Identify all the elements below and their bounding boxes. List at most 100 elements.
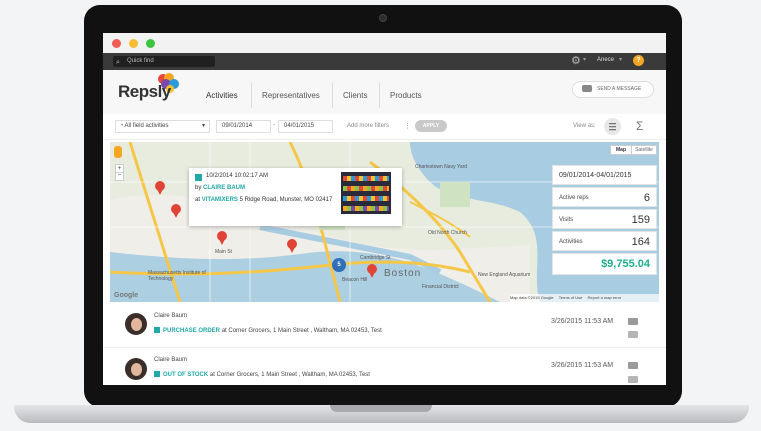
quick-find-input[interactable]: ⌕ Quick find [113,56,215,67]
out-of-stock-icon [154,371,160,377]
popup-rep-link[interactable]: CLAIRE BAUM [203,185,245,191]
zoom-out-button[interactable]: − [115,172,124,181]
list-view-icon [609,123,616,131]
map-label: Beacon Hill [342,277,368,283]
date-separator: - [273,122,275,128]
map-attribution: Map data ©2015 Google Terms of Use Repor… [510,294,659,302]
feed-rep-name[interactable]: Claire Baum [154,313,187,319]
quick-find-placeholder: Quick find [127,58,154,64]
map-cluster-marker[interactable]: 5 [332,258,346,272]
popup-datetime: 10/2/2014 10:02:17 AM [206,173,269,179]
view-as-label: View as: [573,123,596,129]
activity-map[interactable]: Charlestown Navy Yard Massachusetts Inst… [110,142,659,302]
map-label: Main St [215,249,232,255]
stat-label: Activities [559,239,583,245]
street-view-pegman-icon[interactable] [114,146,122,158]
feed-description: OUT OF STOCK at Corner Grocers, 1 Main S… [154,371,370,378]
date-to-input[interactable]: 04/01/2015 [278,120,333,133]
window-titlebar [103,33,666,53]
search-icon: ⌕ [116,59,120,66]
chevron-down-icon: ▾ [619,57,623,63]
message-icon [582,85,592,92]
filter-bar: • All field activities ▾ 09/01/2014 - 04… [103,114,666,140]
gear-icon[interactable]: ⚙ [571,54,581,67]
send-message-label: SEND A MESSAGE [597,86,642,92]
brand-logo[interactable]: Repsly [118,82,171,102]
help-button[interactable]: ? [633,55,644,66]
popup-photo[interactable] [341,172,391,214]
stats-period: 09/01/2014-04/01/2015 [559,172,632,179]
purchase-order-icon [154,327,160,333]
map-type-satellite-button[interactable]: Satellite [631,145,657,155]
map-label: Financial District [422,284,459,290]
stats-row: Visits 159 [552,209,657,229]
date-from-input[interactable]: 09/01/2014 [216,120,271,133]
close-window-button[interactable] [112,39,121,48]
top-bar: ⌕ Quick find ⚙ ▾ Anece ▾ ? [103,53,666,70]
map-label: Cambridge St [360,255,391,261]
nav-divider [379,82,380,108]
feed-location: at Corner Grocers, 1 Main Street , Walth… [209,372,370,378]
stat-value: 159 [631,214,650,226]
popup-address: 5 Ridge Road, Munster, MO 02417 [239,197,333,203]
avatar [125,313,147,335]
stats-total: $9,755.04 [601,258,650,270]
activity-popup[interactable]: 10/2/2014 10:02:17 AM by CLAIRE BAUM at … [189,168,402,226]
map-data-credit: Map data ©2015 Google [510,295,554,300]
popup-by-prefix: by [195,185,202,191]
list-item[interactable]: Claire Baum OUT OF STOCK at Corner Groce… [103,351,666,385]
user-menu[interactable]: Anece [597,57,614,63]
chevron-down-icon: ▾ [583,57,587,63]
activity-type-icon [195,174,202,181]
feed-date: 3/26/2015 11:53 AM [551,362,614,369]
popup-client-link[interactable]: VITAMIXERS [202,197,238,203]
apply-button[interactable]: APPLY [415,120,447,132]
summary-sigma-icon[interactable]: Σ [636,119,643,133]
comment-icon[interactable] [628,318,638,325]
report-map-error-link[interactable]: Report a map error [587,295,621,300]
stats-total-row: $9,755.04 [552,253,657,275]
feed-date: 3/26/2015 11:53 AM [551,318,614,325]
date-to-value: 04/01/2015 [284,123,315,129]
map-type-map-button[interactable]: Map [610,145,632,155]
feed-location: at Corner Grocers, 1 Main Street , Walth… [221,328,382,334]
feed-activity-type[interactable]: PURCHASE ORDER [163,328,220,334]
stats-row: Activities 164 [552,231,657,251]
webcam-icon [379,14,387,22]
stat-value: 164 [631,236,650,248]
tab-clients[interactable]: Clients [343,91,367,100]
stats-period-row: 09/01/2014-04/01/2015 [552,165,657,185]
map-label: Old North Church [428,230,467,236]
popup-location-line: at VITAMIXERS 5 Ridge Road, Munster, MO … [195,197,332,203]
list-item[interactable]: Claire Baum PURCHASE ORDER at Corner Gro… [103,311,666,348]
map-label: Charlestown Navy Yard [415,164,468,170]
avatar [125,358,147,380]
send-message-button[interactable]: SEND A MESSAGE [572,81,654,98]
feed-rep-name[interactable]: Claire Baum [154,357,187,363]
terms-of-use-link[interactable]: Terms of Use [559,295,583,300]
popup-at-prefix: at [195,197,201,203]
comment-icon[interactable] [628,362,638,369]
nav-divider [332,82,333,108]
feed-description: PURCHASE ORDER at Corner Grocers, 1 Main… [154,327,382,334]
flag-icon[interactable] [628,376,638,383]
map-label: Massachusetts Institute of Technology [148,270,206,282]
tab-products[interactable]: Products [390,91,422,100]
more-options-icon[interactable]: ⋮ [404,122,411,130]
feed-activity-type[interactable]: OUT OF STOCK [163,372,208,378]
popup-by-line: by CLAIRE BAUM [195,185,245,191]
maximize-window-button[interactable] [146,39,155,48]
list-view-toggle[interactable] [604,118,621,135]
stat-label: Active reps [559,195,589,201]
minimize-window-button[interactable] [129,39,138,48]
flag-icon[interactable] [628,331,638,338]
add-more-filters-link[interactable]: Add more filters [347,123,389,129]
google-logo: Google [114,292,139,299]
laptop-notch [330,405,432,412]
tab-activities[interactable]: Activities [206,91,238,100]
stats-row: Active reps 6 [552,187,657,207]
activity-type-select[interactable]: • All field activities ▾ [115,120,210,133]
map-label: Boston [384,268,422,279]
tab-representatives[interactable]: Representatives [262,91,320,100]
activity-type-value: All field activities [124,123,169,129]
